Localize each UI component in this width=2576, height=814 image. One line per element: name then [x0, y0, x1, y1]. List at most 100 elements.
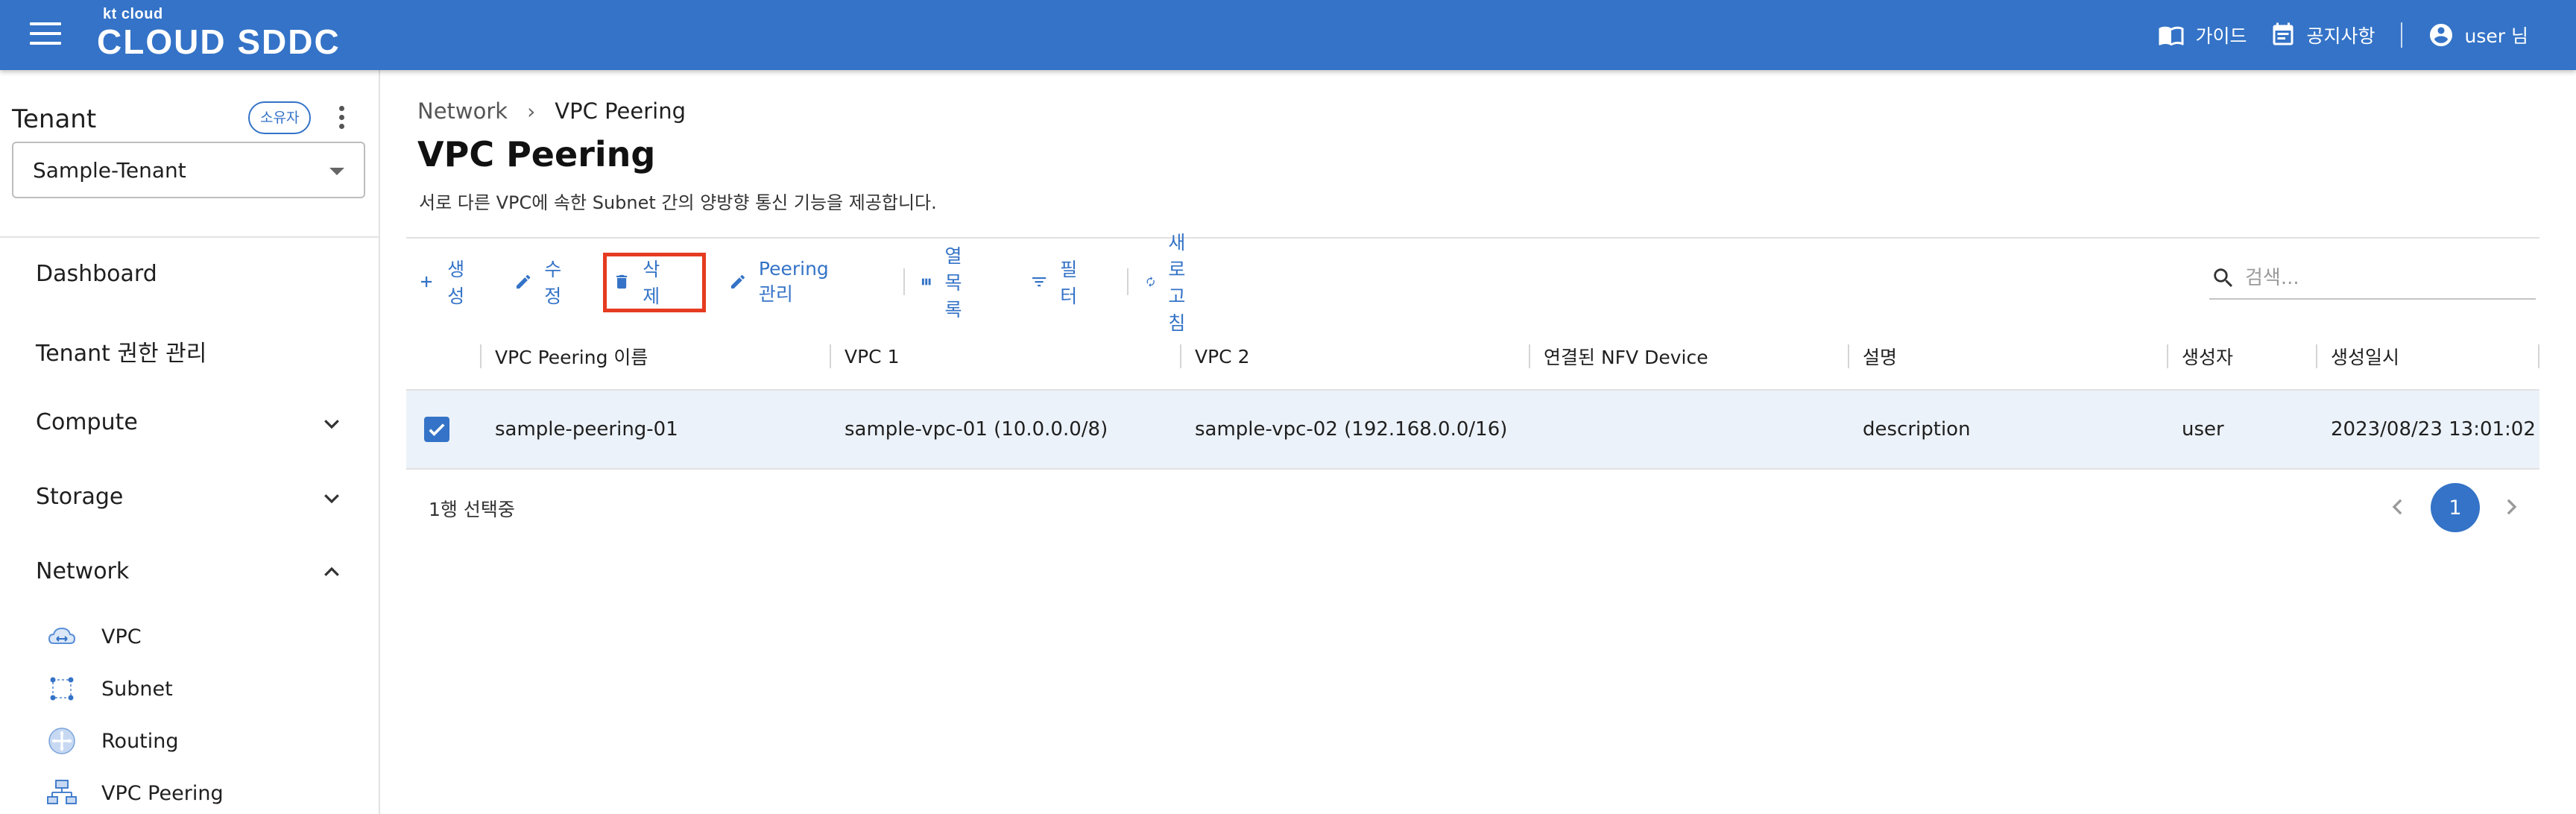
peering-manage-button[interactable]: Peering 관리 [729, 257, 836, 305]
search-input[interactable] [2245, 267, 2513, 289]
refresh-icon [1146, 276, 1155, 288]
more-options-icon[interactable] [334, 106, 349, 136]
vpc-peering-icon [47, 780, 77, 804]
refresh-button[interactable]: 새로고침 [1145, 232, 1199, 334]
owner-badge: 소유자 [248, 101, 312, 134]
breadcrumb-parent[interactable]: Network [417, 98, 508, 124]
tenant-select[interactable]: Sample-Tenant [12, 142, 365, 198]
create-label: 생성 [447, 259, 465, 307]
nav-divider [2400, 22, 2402, 48]
column-divider [480, 344, 482, 368]
logo-small-text: kt cloud [103, 6, 163, 22]
top-header: kt cloud CLOUD SDDC 가이드 공지사항 user 님 [0, 0, 2576, 70]
columns-label: 열 목록 [944, 245, 962, 321]
column-header-vpc1[interactable]: VPC 1 [845, 322, 900, 391]
routing-icon [48, 728, 75, 754]
pencil-icon [517, 274, 531, 289]
breadcrumb-current: VPC Peering [555, 98, 686, 124]
notice-link[interactable]: 공지사항 [2270, 22, 2375, 48]
chevron-right-icon[interactable] [2496, 492, 2526, 522]
cell-vpc2: sample-vpc-02 (192.168.0.0/16) [1195, 418, 1508, 441]
menu-icon[interactable] [30, 22, 61, 48]
vpc-cloud-icon [48, 627, 76, 644]
toolbar-divider [1127, 268, 1128, 295]
sidebar-item-storage[interactable]: Storage [36, 484, 123, 510]
chevron-down-icon[interactable] [321, 487, 343, 509]
page-description: 서로 다른 VPC에 속한 Subnet 간의 양방향 통신 기능을 제공합니다… [419, 192, 937, 213]
column-divider [2538, 344, 2539, 368]
peering-manage-label: Peering 관리 [758, 257, 829, 305]
table-header: VPC Peering 이름 VPC 1 VPC 2 연결된 NFV Devic… [406, 322, 2539, 391]
sidebar-item-vpc-peering[interactable]: VPC Peering [46, 777, 359, 810]
search-icon [2214, 268, 2233, 288]
notice-label: 공지사항 [2306, 25, 2375, 47]
sidebar-item-label: VPC Peering [101, 781, 224, 805]
refresh-label: 새로고침 [1168, 232, 1186, 334]
delete-highlight-outline [603, 253, 706, 312]
breadcrumb: Network › VPC Peering [417, 98, 686, 124]
column-header-nfv-device[interactable]: 연결된 NFV Device [1544, 322, 1708, 391]
page-title: VPC Peering [417, 134, 656, 174]
column-header-created-at[interactable]: 생성일시 [2331, 322, 2399, 391]
filter-button[interactable]: 필터 [1030, 259, 1085, 307]
logo[interactable]: kt cloud CLOUD SDDC [97, 6, 341, 60]
sidebar-item-subnet[interactable]: Subnet [46, 672, 359, 705]
column-header-vpc2[interactable]: VPC 2 [1195, 322, 1250, 391]
subnet-icon [50, 677, 74, 701]
toolbar-divider [903, 268, 905, 295]
cell-vpc1: sample-vpc-01 (10.0.0.0/8) [845, 418, 1108, 441]
sidebar-item-network[interactable]: Network [36, 558, 129, 584]
account-circle-icon [2429, 24, 2452, 46]
column-divider [830, 344, 831, 368]
pencil-icon [730, 275, 745, 288]
sidebar-item-label: Subnet [101, 677, 173, 701]
tenant-title: Tenant [12, 104, 97, 134]
top-nav: 가이드 공지사항 user 님 [2135, 0, 2576, 70]
edit-label: 수정 [544, 259, 562, 307]
column-header-creator[interactable]: 생성자 [2182, 322, 2233, 391]
view-column-icon [921, 278, 931, 285]
page-button-current[interactable]: 1 [2431, 483, 2480, 532]
dropdown-arrow-icon [329, 168, 344, 175]
sidebar-divider [0, 236, 379, 238]
column-divider [2167, 344, 2168, 368]
sidebar-item-compute[interactable]: Compute [36, 409, 138, 435]
table-row[interactable]: sample-peering-01 sample-vpc-01 (10.0.0.… [406, 391, 2539, 470]
cell-name: sample-peering-01 [495, 418, 678, 441]
row-checkbox[interactable] [424, 417, 449, 442]
cell-creator: user [2182, 418, 2224, 441]
sidebar-item-dashboard[interactable]: Dashboard [36, 261, 157, 287]
cell-description: description [1863, 418, 1971, 441]
filter-label: 필터 [1060, 259, 1078, 307]
sidebar-item-routing[interactable]: Routing [46, 725, 359, 757]
sidebar-item-label: Routing [101, 729, 179, 753]
columns-button[interactable]: 열 목록 [920, 245, 974, 321]
guide-label: 가이드 [2195, 25, 2247, 47]
tenant-select-value: Sample-Tenant [33, 158, 186, 183]
breadcrumb-separator-icon: › [527, 98, 536, 124]
book-icon [2159, 26, 2184, 46]
user-menu[interactable]: user 님 [2428, 22, 2528, 48]
logo-main-text: CLOUD SDDC [97, 22, 341, 61]
chevron-left-icon[interactable] [2383, 492, 2413, 522]
plus-icon [421, 276, 432, 288]
user-label: user 님 [2464, 25, 2528, 47]
selection-status: 1행 선택중 [429, 499, 515, 520]
search-box[interactable] [2209, 258, 2536, 300]
table-footer: 1행 선택중 1 [406, 470, 2539, 546]
main-divider [406, 237, 2539, 239]
column-divider [2316, 344, 2317, 368]
column-header-description[interactable]: 설명 [1863, 322, 1897, 391]
sidebar: Tenant 소유자 Sample-Tenant Dashboard Tenan… [0, 70, 380, 814]
column-divider [1848, 344, 1849, 368]
sidebar-item-vpc[interactable]: VPC [46, 620, 359, 653]
chevron-down-icon[interactable] [321, 412, 343, 435]
edit-button[interactable]: 수정 [514, 259, 569, 307]
chevron-up-icon[interactable] [321, 561, 343, 584]
check-icon [429, 423, 445, 436]
column-header-name[interactable]: VPC Peering 이름 [495, 322, 648, 391]
calendar-icon [2273, 22, 2293, 45]
guide-link[interactable]: 가이드 [2158, 22, 2247, 48]
create-button[interactable]: 생성 [417, 259, 472, 307]
sidebar-item-tenant-auth[interactable]: Tenant 권한 관리 [36, 335, 206, 367]
